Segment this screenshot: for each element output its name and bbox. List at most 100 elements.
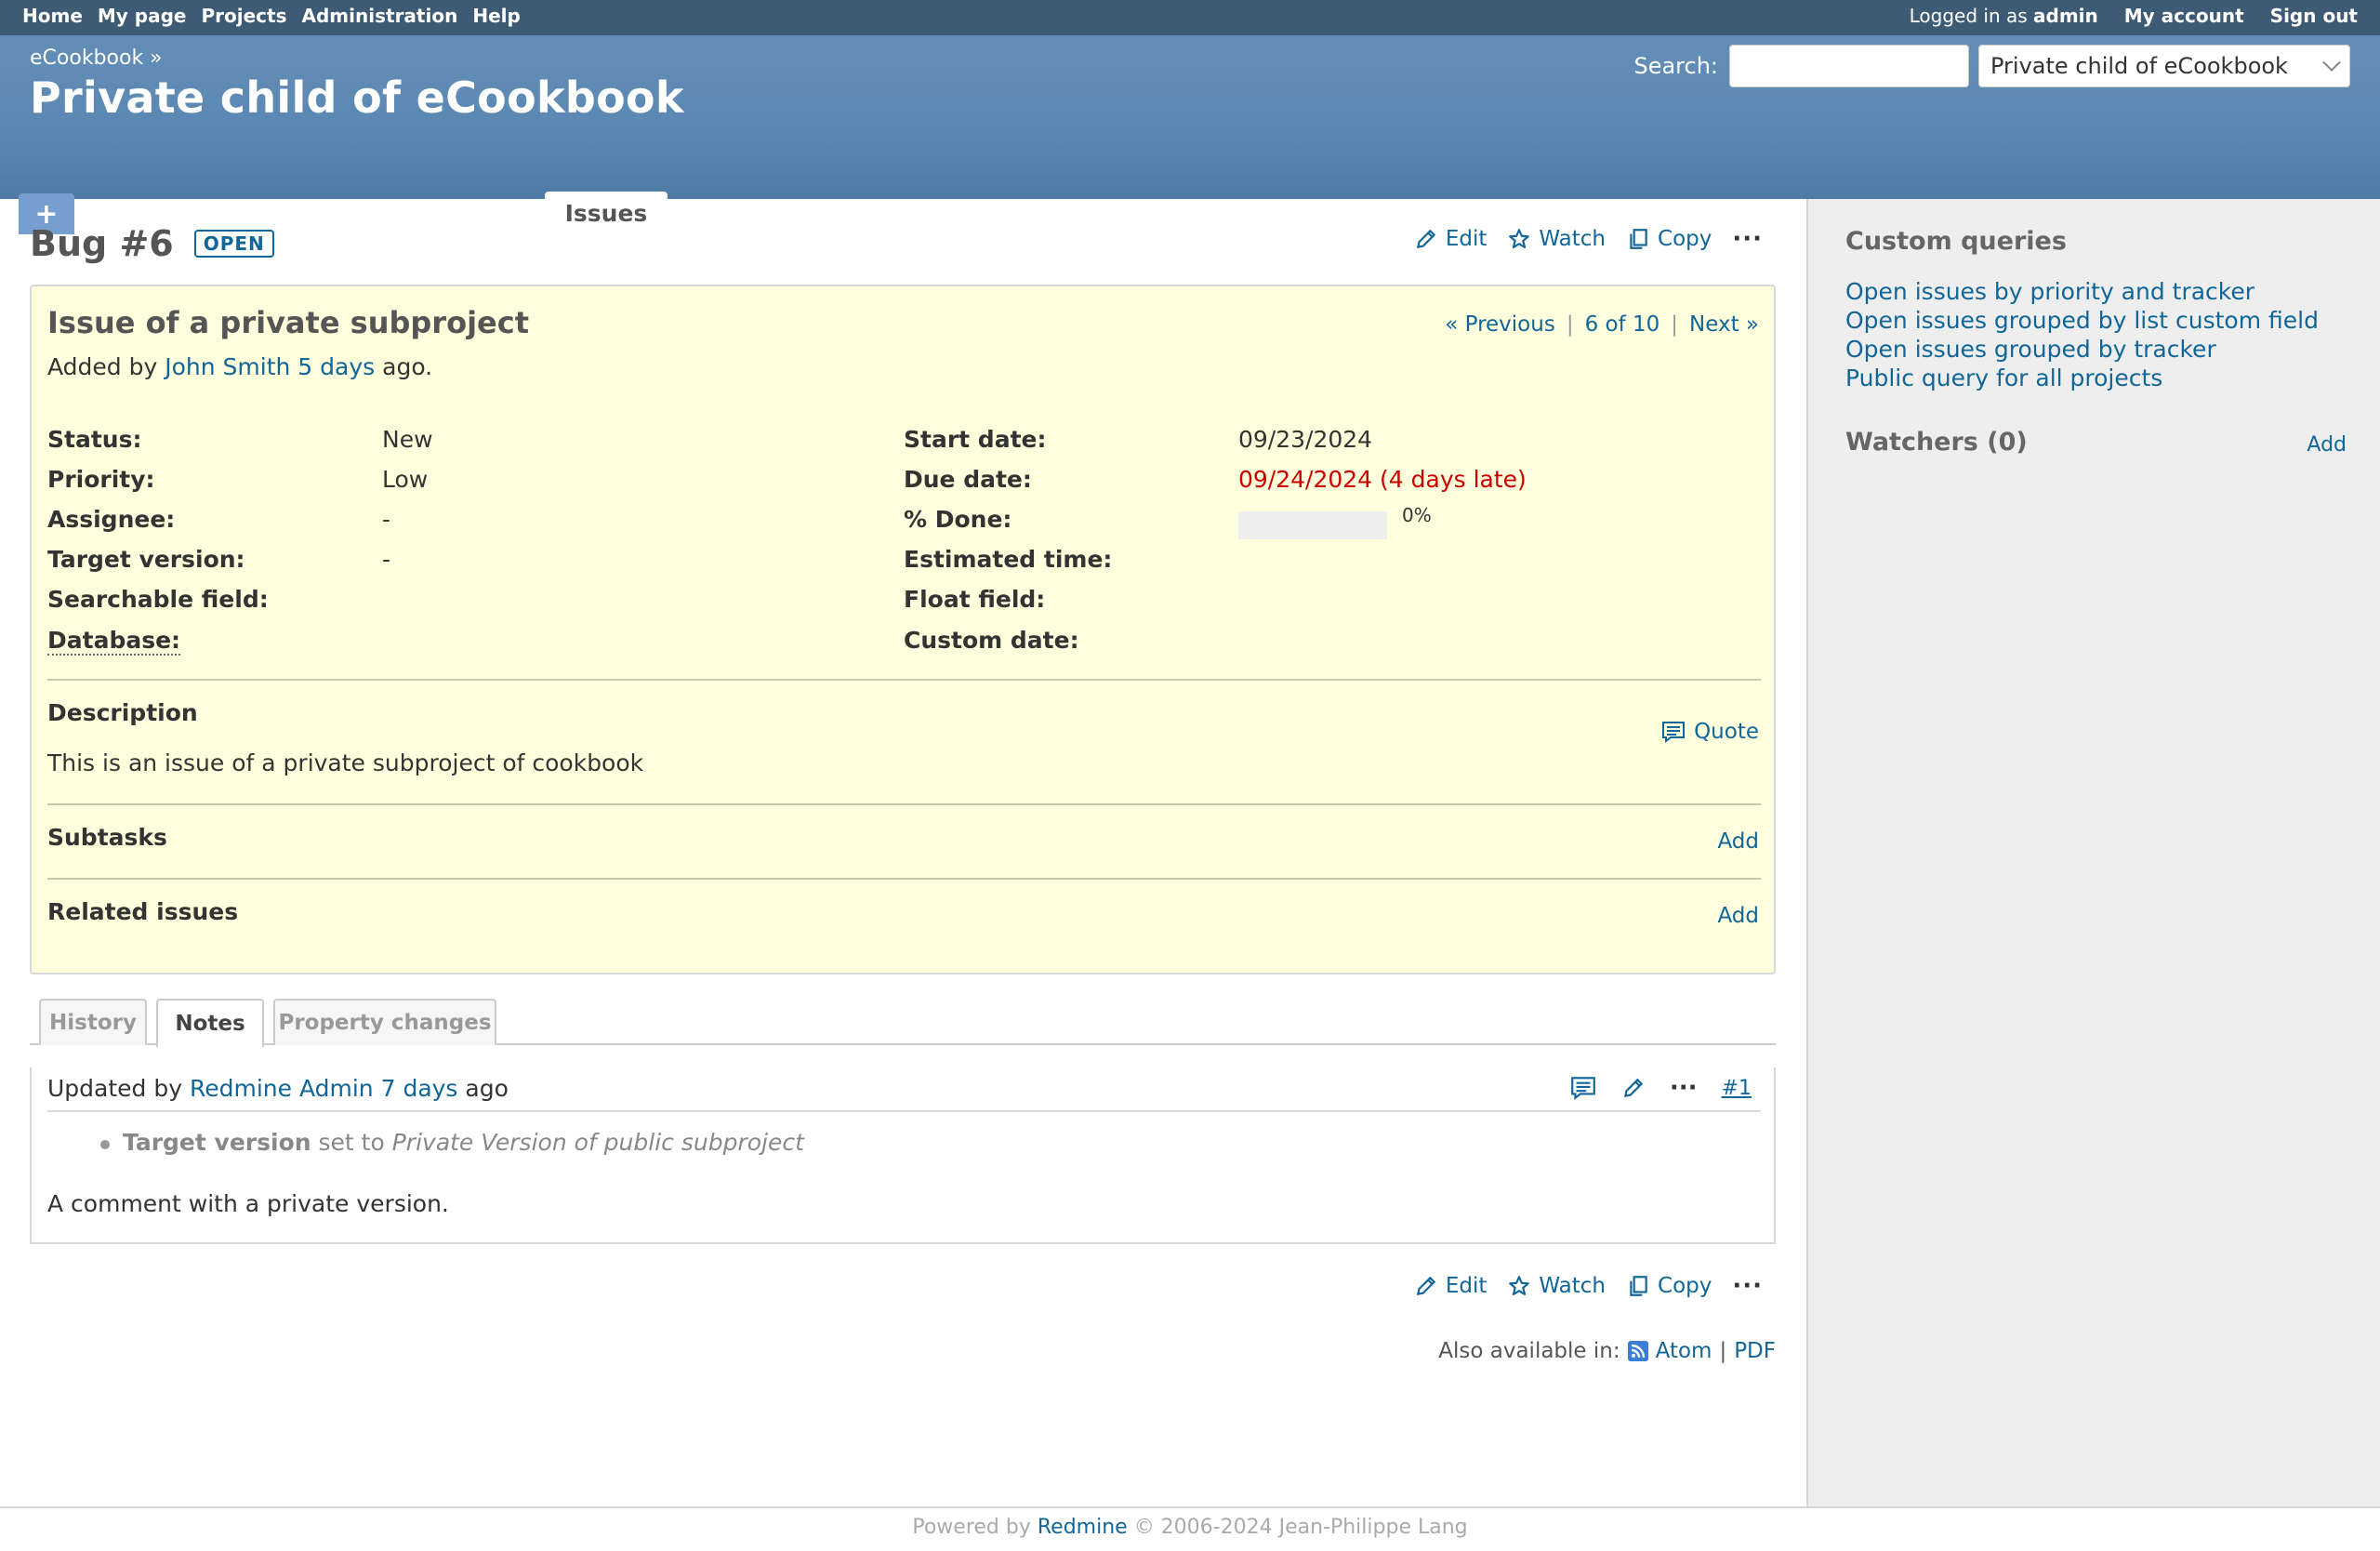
tab-notes[interactable]: Notes bbox=[156, 999, 264, 1047]
quote-button[interactable]: Quote bbox=[1660, 720, 1759, 744]
header: eCookbook » Private child of eCookbook S… bbox=[0, 35, 2380, 234]
journal-number-link[interactable]: #1 bbox=[1722, 1077, 1752, 1100]
related-issues-title: Related issues bbox=[47, 898, 239, 925]
tab-roadmap[interactable]: Roadmap bbox=[381, 193, 545, 234]
quote-icon[interactable] bbox=[1569, 1075, 1597, 1101]
query-link[interactable]: Public query for all projects bbox=[1845, 365, 2319, 391]
query-link[interactable]: Open issues by priority and tracker bbox=[1845, 279, 2319, 304]
edit-button[interactable]: Edit bbox=[1414, 227, 1487, 251]
add-related-issue-link[interactable]: Add bbox=[1717, 904, 1759, 928]
watch-label: Watch bbox=[1539, 1274, 1606, 1298]
rss-icon bbox=[1627, 1341, 1648, 1361]
description-text: This is an issue of a private subproject… bbox=[47, 749, 644, 776]
top-menu-right: Logged in as admin My account Sign out bbox=[1910, 5, 2358, 27]
copy-button[interactable]: Copy bbox=[1626, 1274, 1712, 1298]
attr-label: % Done: bbox=[904, 506, 1012, 533]
top-menu-help[interactable]: Help bbox=[472, 5, 520, 27]
issue-subject: Issue of a private subproject bbox=[47, 305, 529, 340]
query-link[interactable]: Open issues grouped by tracker bbox=[1845, 337, 2319, 362]
issue-author-line: Added by John Smith 5 days ago. bbox=[47, 353, 432, 380]
my-account-link[interactable]: My account bbox=[2124, 5, 2244, 27]
sidebar: Custom queries Open issues by priority a… bbox=[1806, 199, 2380, 1506]
next-issue-link[interactable]: Next » bbox=[1689, 312, 1759, 337]
atom-link[interactable]: Atom bbox=[1656, 1339, 1712, 1363]
comment-icon bbox=[1662, 722, 1686, 744]
more-actions-icon[interactable]: ··· bbox=[1670, 1076, 1698, 1100]
subtasks-title: Subtasks bbox=[47, 824, 167, 851]
author-link[interactable]: John Smith bbox=[165, 353, 290, 380]
more-actions-icon[interactable]: ··· bbox=[1732, 1274, 1763, 1298]
tab-issues[interactable]: Issues bbox=[544, 192, 668, 234]
attr-label: Due date: bbox=[904, 466, 1032, 493]
copy-label: Copy bbox=[1658, 227, 1712, 251]
issue-actions-bottom: Edit Watch Copy ··· bbox=[1414, 1274, 1763, 1298]
journal-detail: Target version set to Private Version of… bbox=[123, 1129, 804, 1156]
tab-settings[interactable]: Settings bbox=[940, 193, 1091, 234]
logged-as-prefix: Logged in as bbox=[1909, 5, 2028, 27]
add-watcher-link[interactable]: Add bbox=[2307, 433, 2347, 457]
project-jump-select[interactable]: Private child of eCookbook bbox=[1978, 45, 2350, 87]
attr-label: Database: bbox=[47, 627, 181, 656]
journal-comment: A comment with a private version. bbox=[47, 1190, 449, 1217]
nav-separator: | bbox=[1566, 312, 1574, 337]
tab-calendar[interactable]: Calendar bbox=[782, 193, 940, 234]
redmine-link[interactable]: Redmine bbox=[1038, 1516, 1128, 1539]
add-subtask-link[interactable]: Add bbox=[1717, 829, 1759, 854]
search-input[interactable] bbox=[1729, 45, 1969, 87]
top-menu-administration[interactable]: Administration bbox=[302, 5, 458, 27]
watch-button[interactable]: Watch bbox=[1507, 227, 1606, 251]
top-menu-projects[interactable]: Projects bbox=[202, 5, 287, 27]
search-label: Search: bbox=[1633, 53, 1718, 79]
attr-value: Low bbox=[382, 466, 429, 493]
divider bbox=[47, 1110, 1761, 1112]
pencil-icon[interactable] bbox=[1621, 1076, 1646, 1100]
issue-age-link[interactable]: 5 days bbox=[298, 353, 375, 380]
custom-queries-title: Custom queries bbox=[1845, 227, 2067, 256]
pdf-link[interactable]: PDF bbox=[1734, 1339, 1776, 1363]
pencil-icon bbox=[1416, 229, 1436, 249]
attr-value: New bbox=[382, 426, 433, 453]
sign-out-link[interactable]: Sign out bbox=[2270, 5, 2358, 27]
attr-value: - bbox=[382, 506, 391, 533]
project-jump-value: Private child of eCookbook bbox=[1990, 53, 2288, 79]
also-separator: | bbox=[1719, 1339, 1727, 1363]
previous-issue-link[interactable]: « Previous bbox=[1445, 312, 1555, 337]
journal-age-link[interactable]: 7 days bbox=[381, 1075, 458, 1102]
watch-label: Watch bbox=[1539, 227, 1606, 251]
copy-button[interactable]: Copy bbox=[1626, 227, 1712, 251]
attr-label: Status: bbox=[47, 426, 142, 453]
detail-field: Target version bbox=[123, 1129, 311, 1156]
edit-label: Edit bbox=[1445, 1274, 1488, 1298]
issue-position-link[interactable]: 6 of 10 bbox=[1585, 312, 1660, 337]
footer-prefix: Powered by bbox=[912, 1516, 1031, 1539]
history-tabs: History Notes Property changes bbox=[30, 999, 1776, 1047]
description-title: Description bbox=[47, 699, 198, 726]
watch-button[interactable]: Watch bbox=[1507, 1274, 1606, 1298]
footer-suffix: © 2006-2024 Jean-Philippe Lang bbox=[1133, 1516, 1468, 1539]
watchers-title: Watchers (0) bbox=[1845, 428, 2028, 457]
attr-value: 09/23/2024 bbox=[1238, 426, 1373, 453]
nav-separator: | bbox=[1671, 312, 1679, 337]
edit-button[interactable]: Edit bbox=[1414, 1274, 1488, 1298]
top-menu-left: Home My page Projects Administration Hel… bbox=[22, 5, 521, 27]
tab-history[interactable]: History bbox=[39, 999, 147, 1045]
breadcrumb[interactable]: eCookbook » bbox=[30, 46, 163, 70]
query-link[interactable]: Open issues grouped by list custom field bbox=[1845, 308, 2319, 333]
top-menu-home[interactable]: Home bbox=[22, 5, 83, 27]
issue-actions-top: Edit Watch Copy ··· bbox=[1414, 227, 1763, 251]
attr-label: Searchable field: bbox=[47, 586, 269, 613]
more-actions-icon[interactable]: ··· bbox=[1732, 227, 1763, 251]
page-title: Private child of eCookbook bbox=[30, 73, 684, 123]
top-menu-my-page[interactable]: My page bbox=[98, 5, 187, 27]
pencil-icon bbox=[1416, 1276, 1436, 1296]
issue-details: Issue of a private subproject « Previous… bbox=[30, 285, 1776, 974]
copy-label: Copy bbox=[1658, 1274, 1712, 1298]
divider bbox=[47, 679, 1761, 681]
journal-user-link[interactable]: Redmine Admin bbox=[190, 1075, 374, 1102]
divider bbox=[47, 803, 1761, 805]
logged-user-link[interactable]: admin bbox=[2033, 5, 2098, 27]
bullet-icon bbox=[100, 1140, 110, 1149]
tab-property-changes[interactable]: Property changes bbox=[273, 999, 496, 1045]
tab-gantt[interactable]: Gantt bbox=[668, 193, 782, 234]
star-icon bbox=[1509, 229, 1530, 249]
